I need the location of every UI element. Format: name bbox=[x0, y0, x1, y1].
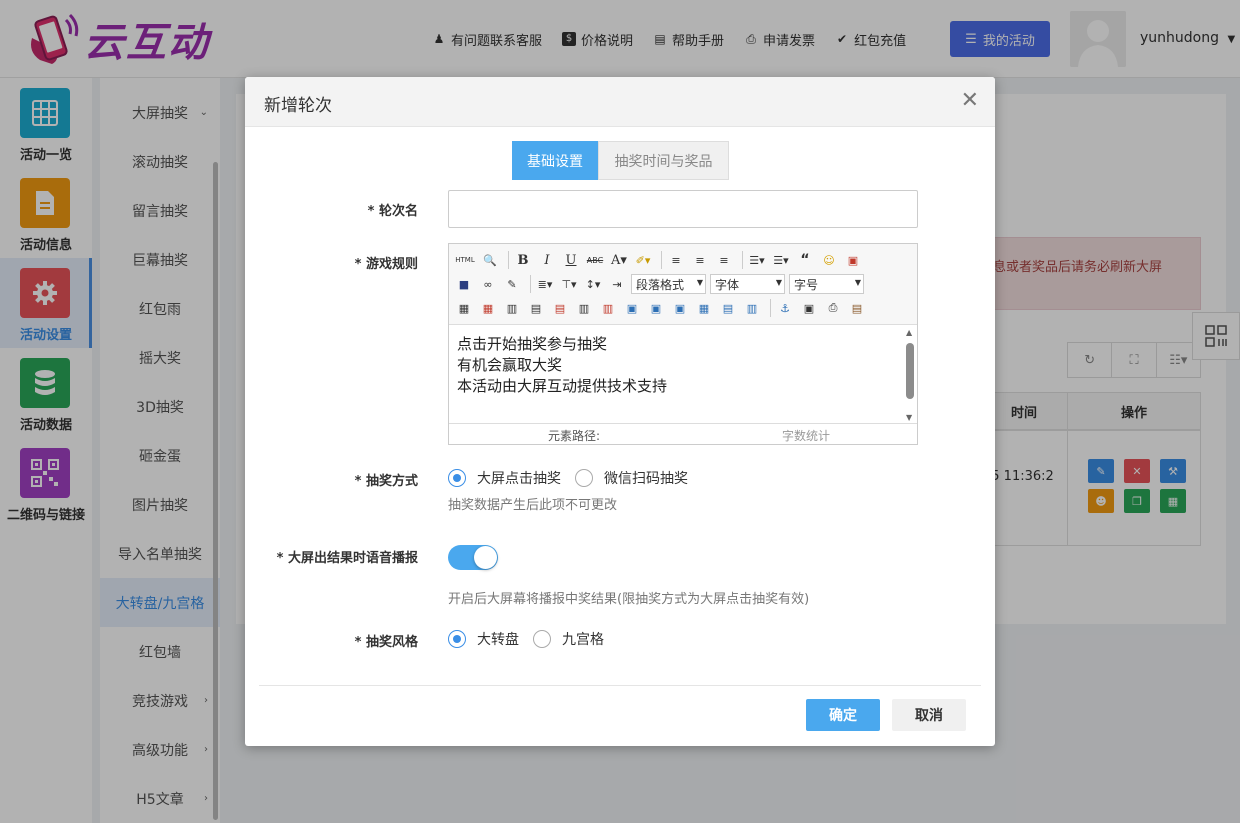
paste-icon[interactable]: ▤ bbox=[847, 298, 867, 318]
image-icon[interactable]: ▣ bbox=[843, 250, 863, 270]
underline-icon[interactable]: U bbox=[561, 250, 581, 270]
voice-broadcast-hint: 开启后大屏幕将播报中奖结果(限抽奖方式为大屏点击抽奖有效) bbox=[448, 592, 810, 607]
print-icon[interactable]: ⎙ bbox=[823, 298, 843, 318]
dialog-title: 新增轮次 bbox=[264, 96, 332, 116]
element-path: 元素路径: bbox=[548, 429, 601, 443]
caret-down-icon: ▼ bbox=[775, 278, 782, 287]
mode-radio-screen-click[interactable]: 大屏点击抽奖 bbox=[448, 468, 561, 488]
delete-row-icon[interactable]: ▤ bbox=[550, 298, 570, 318]
caret-down-icon: ▼ bbox=[854, 278, 861, 287]
draw-mode-label: * 抽奖方式 bbox=[354, 474, 418, 489]
caret-down-icon: ▼ bbox=[696, 278, 703, 287]
table-caption-icon[interactable]: ▥ bbox=[502, 298, 522, 318]
anchor-icon[interactable]: ⚓ bbox=[775, 298, 795, 318]
row-spacing-icon[interactable]: ↕▾ bbox=[583, 274, 603, 294]
align-right-icon[interactable]: ≡ bbox=[714, 250, 734, 270]
align-center-icon[interactable]: ≡ bbox=[690, 250, 710, 270]
html-source-icon[interactable]: HTML bbox=[454, 250, 476, 270]
emoji-icon[interactable]: ☺ bbox=[819, 250, 839, 270]
add-round-dialog: 新增轮次 ✕ 基础设置 抽奖时间与奖品 * 轮次名 * 游戏规则 HTML 🔍 … bbox=[245, 77, 995, 746]
style-radio-grid[interactable]: 九宫格 bbox=[533, 629, 604, 649]
highlight-icon[interactable]: ✐▾ bbox=[633, 250, 653, 270]
insert-row-icon[interactable]: ▤ bbox=[526, 298, 546, 318]
insert-image-icon[interactable]: ▣ bbox=[799, 298, 819, 318]
paragraph-format-select[interactable]: 段落格式 ▼ bbox=[631, 274, 706, 294]
scroll-up-icon[interactable]: ▲ bbox=[906, 328, 912, 337]
word-count: 字数统计 bbox=[782, 429, 831, 443]
spacing-icon[interactable]: ⊤▾ bbox=[559, 274, 579, 294]
editor-status-bar: 元素路径: 字数统计 bbox=[449, 423, 917, 445]
indent-icon[interactable]: ⇥ bbox=[607, 274, 627, 294]
draw-mode-hint: 抽奖数据产生后此项不可更改 bbox=[448, 498, 618, 513]
cancel-button[interactable]: 取消 bbox=[892, 699, 966, 731]
link-icon[interactable]: ∞ bbox=[478, 274, 498, 294]
footer-divider bbox=[259, 685, 981, 686]
dialog-header: 新增轮次 ✕ bbox=[245, 77, 995, 127]
line-height-icon[interactable]: ≣▾ bbox=[535, 274, 555, 294]
ordered-list-icon[interactable]: ☰▾ bbox=[747, 250, 767, 270]
scroll-down-icon[interactable]: ▼ bbox=[906, 413, 912, 422]
insert-col-icon[interactable]: ▥ bbox=[574, 298, 594, 318]
split-cols-icon[interactable]: ▥ bbox=[742, 298, 762, 318]
delete-col-icon[interactable]: ▥ bbox=[598, 298, 618, 318]
merge-cells-icon[interactable]: ▣ bbox=[622, 298, 642, 318]
quote-icon[interactable]: “ bbox=[795, 250, 815, 270]
editor-toolbar: HTML 🔍 B I U ABC A▾ ✐▾ ≡ ≡ ≡ ☰▾ ☰▾ “ ☺ ▣ bbox=[449, 244, 917, 325]
mode-radio-wechat-scan[interactable]: 微信扫码抽奖 bbox=[575, 468, 688, 488]
tab-time-prizes[interactable]: 抽奖时间与奖品 bbox=[598, 141, 729, 180]
tab-basic-settings[interactable]: 基础设置 bbox=[512, 141, 598, 180]
editor-scrollbar[interactable]: ▲ ▼ bbox=[905, 328, 915, 422]
eraser-icon[interactable]: ✎ bbox=[502, 274, 522, 294]
save-icon[interactable]: ■ bbox=[454, 274, 474, 294]
dialog-tabs: 基础设置 抽奖时间与奖品 bbox=[512, 141, 729, 180]
merge-right-icon[interactable]: ▣ bbox=[646, 298, 666, 318]
round-name-label: * 轮次名 bbox=[367, 204, 418, 219]
preview-icon[interactable]: 🔍 bbox=[480, 250, 500, 270]
unordered-list-icon[interactable]: ☰▾ bbox=[771, 250, 791, 270]
merge-down-icon[interactable]: ▣ bbox=[670, 298, 690, 318]
font-family-select[interactable]: 字体 ▼ bbox=[710, 274, 785, 294]
bold-icon[interactable]: B bbox=[513, 250, 533, 270]
insert-table-icon[interactable]: ▦ bbox=[454, 298, 474, 318]
voice-broadcast-toggle[interactable] bbox=[448, 545, 498, 570]
rules-content[interactable]: 点击开始抽奖参与抽奖 有机会赢取大奖 本活动由大屏互动提供技术支持 bbox=[449, 326, 917, 422]
italic-icon[interactable]: I bbox=[537, 250, 557, 270]
delete-table-icon[interactable]: ▦ bbox=[478, 298, 498, 318]
style-radio-wheel[interactable]: 大转盘 bbox=[448, 629, 519, 649]
split-cells-icon[interactable]: ▦ bbox=[694, 298, 714, 318]
font-size-select[interactable]: 字号 ▼ bbox=[789, 274, 864, 294]
draw-style-label: * 抽奖风格 bbox=[354, 635, 418, 650]
strikethrough-icon[interactable]: ABC bbox=[585, 250, 605, 270]
font-color-icon[interactable]: A▾ bbox=[609, 250, 629, 270]
rules-rich-editor: HTML 🔍 B I U ABC A▾ ✐▾ ≡ ≡ ≡ ☰▾ ☰▾ “ ☺ ▣ bbox=[448, 243, 918, 445]
align-left-icon[interactable]: ≡ bbox=[666, 250, 686, 270]
rules-label: * 游戏规则 bbox=[354, 257, 418, 272]
split-rows-icon[interactable]: ▤ bbox=[718, 298, 738, 318]
close-icon[interactable]: ✕ bbox=[961, 89, 979, 113]
round-name-input[interactable] bbox=[448, 190, 918, 228]
confirm-button[interactable]: 确定 bbox=[806, 699, 880, 731]
voice-broadcast-label: * 大屏出结果时语音播报 bbox=[276, 551, 418, 566]
